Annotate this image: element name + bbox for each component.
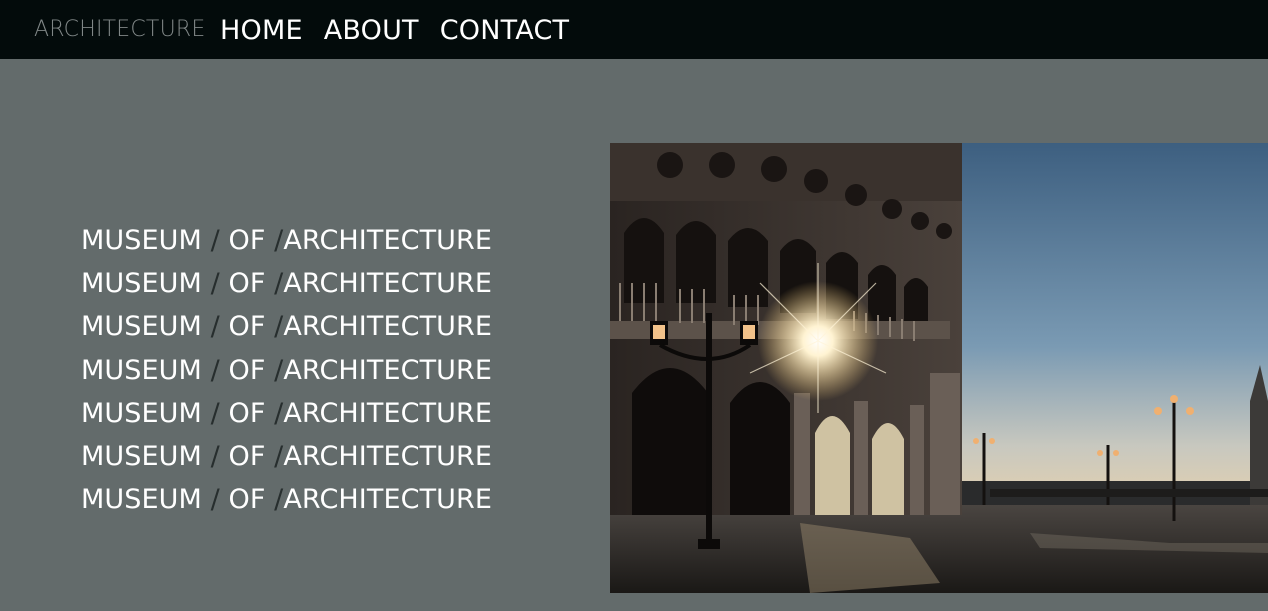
word-of: OF (228, 397, 266, 429)
top-navbar: ARCHITECTURE HOME ABOUT CONTACT (0, 0, 1268, 59)
word-museum: MUSEUM (81, 440, 202, 472)
nav-home-link[interactable]: HOME (220, 14, 303, 48)
word-museum: MUSEUM (81, 397, 202, 429)
word-museum: MUSEUM (81, 225, 202, 256)
hero-line: MUSEUM / OF /ARCHITECTURE (81, 354, 492, 397)
word-architecture: ARCHITECTURE (283, 440, 493, 472)
word-of: OF (228, 354, 266, 386)
slash-separator: / (265, 311, 284, 343)
hero-text-block: MUSEUM / OF /ARCHITECTURE MUSEUM / OF /A… (81, 224, 492, 526)
word-architecture: ARCHITECTURE (283, 268, 493, 300)
slash-separator: / (265, 397, 284, 429)
slash-separator: / (201, 484, 229, 516)
slash-separator: / (201, 397, 229, 429)
slash-separator: / (265, 225, 284, 256)
hero-line: MUSEUM / OF /ARCHITECTURE (81, 440, 492, 483)
hero-line: MUSEUM / OF /ARCHITECTURE (81, 397, 492, 440)
hero-photo (610, 143, 1268, 593)
word-museum: MUSEUM (81, 354, 202, 386)
hero-line: MUSEUM / OF /ARCHITECTURE (81, 224, 492, 267)
word-museum: MUSEUM (81, 484, 202, 516)
venice-palace-illustration (610, 143, 1268, 593)
hero-line: MUSEUM / OF /ARCHITECTURE (81, 483, 492, 526)
word-architecture: ARCHITECTURE (283, 397, 493, 429)
main-nav: HOME ABOUT CONTACT (220, 14, 569, 48)
word-architecture: ARCHITECTURE (283, 484, 493, 516)
word-museum: MUSEUM (81, 311, 202, 343)
word-architecture: ARCHITECTURE (283, 225, 493, 256)
nav-contact-link[interactable]: CONTACT (440, 14, 569, 48)
slash-separator: / (265, 354, 284, 386)
slash-separator: / (201, 225, 229, 256)
word-architecture: ARCHITECTURE (283, 311, 493, 343)
hero-line: MUSEUM / OF /ARCHITECTURE (81, 267, 492, 310)
slash-separator: / (265, 484, 284, 516)
word-architecture: ARCHITECTURE (283, 354, 493, 386)
slash-separator: / (265, 440, 284, 472)
word-museum: MUSEUM (81, 268, 202, 300)
word-of: OF (228, 440, 266, 472)
slash-separator: / (201, 440, 229, 472)
hero-line: MUSEUM / OF /ARCHITECTURE (81, 310, 492, 353)
word-of: OF (228, 484, 266, 516)
nav-about-link[interactable]: ABOUT (324, 14, 419, 48)
word-of: OF (228, 311, 266, 343)
slash-separator: / (201, 354, 229, 386)
slash-separator: / (201, 268, 229, 300)
slash-separator: / (201, 311, 229, 343)
brand-logo-link[interactable]: ARCHITECTURE (34, 17, 205, 42)
word-of: OF (228, 268, 266, 300)
slash-separator: / (265, 268, 284, 300)
word-of: OF (228, 225, 266, 256)
